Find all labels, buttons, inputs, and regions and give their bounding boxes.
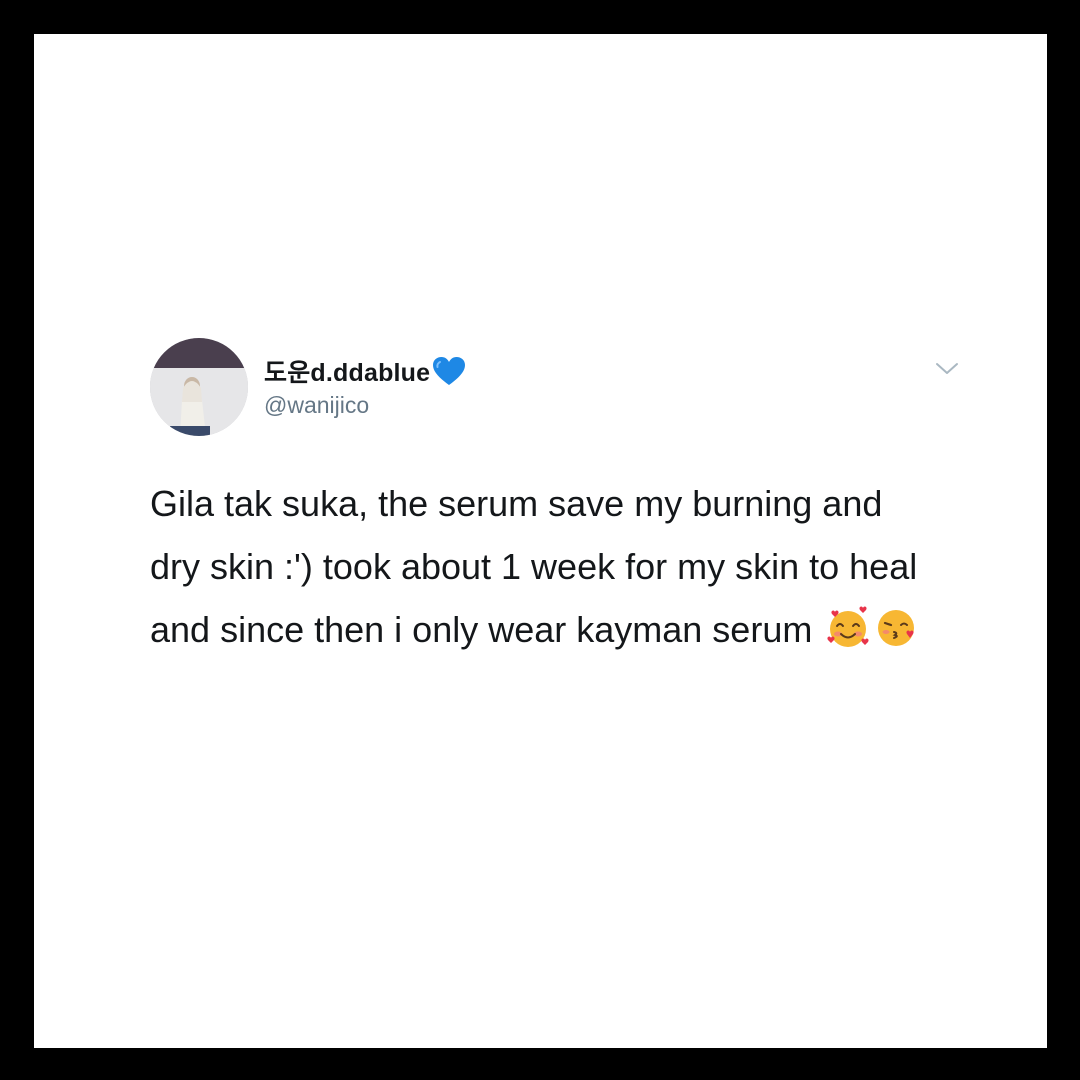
post-card: 도운d.ddablue @wanijico Gila tak suka, the…: [34, 34, 1047, 1048]
tweet-text-content: Gila tak suka, the serum save my burning…: [150, 483, 918, 650]
display-name-row: 도운d.ddablue: [264, 354, 466, 388]
tweet-author: 도운d.ddablue @wanijico: [264, 354, 466, 419]
face-blowing-kiss-icon: [874, 606, 918, 650]
tweet: 도운d.ddablue @wanijico Gila tak suka, the…: [150, 338, 958, 661]
blue-heart-icon: [432, 356, 466, 386]
tweet-header: 도운d.ddablue @wanijico: [150, 338, 958, 448]
handle[interactable]: @wanijico: [264, 392, 466, 419]
tweet-text: Gila tak suka, the serum save my burning…: [150, 472, 940, 661]
avatar[interactable]: [150, 338, 248, 436]
chevron-down-icon[interactable]: [934, 360, 960, 378]
smiling-face-with-hearts-icon: [826, 606, 870, 650]
display-name[interactable]: 도운d.ddablue: [264, 353, 430, 389]
